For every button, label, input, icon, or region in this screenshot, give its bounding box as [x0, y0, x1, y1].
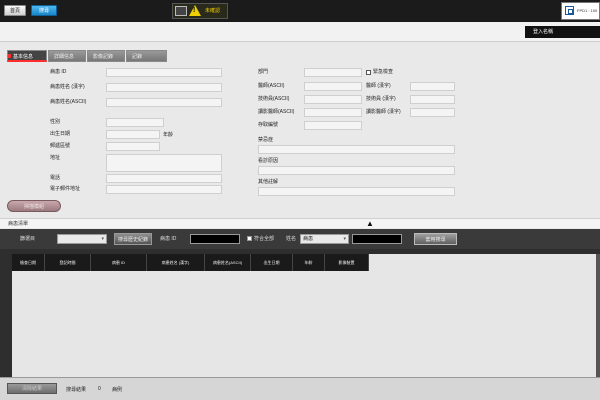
- patient-info-panel: 基本信息 詳細信息 影像記錄 記錄 病患 ID 病患姓名 (漢字) 病患姓名(A…: [0, 42, 600, 218]
- birthdate-field[interactable]: [106, 130, 160, 139]
- detector-status[interactable]: FPD1 : 100: [561, 2, 600, 20]
- technician-ascii-field[interactable]: [304, 95, 362, 104]
- status-bar: 清除結果 搜尋結果 0 病例: [0, 377, 600, 400]
- reading-kanji-field[interactable]: [410, 108, 455, 117]
- collapse-arrow-icon[interactable]: ▲: [366, 219, 374, 229]
- patient-list-header: 病患清單 ▲: [0, 218, 600, 228]
- phone-field[interactable]: [106, 174, 222, 183]
- notes-field[interactable]: [258, 187, 455, 196]
- visit-reason-label: 看診原因: [258, 158, 279, 164]
- postal-code-field[interactable]: [106, 142, 160, 151]
- storage-no-label: 存取編號: [258, 122, 279, 128]
- column-header[interactable]: 病患姓名(ASCII): [205, 254, 251, 271]
- technician-kanji-field[interactable]: [410, 95, 455, 104]
- contraindication-label: 禁忌症: [258, 137, 274, 143]
- name-search-label: 姓名: [286, 236, 297, 242]
- sex-field[interactable]: [106, 118, 164, 127]
- storage-no-field[interactable]: [304, 121, 362, 130]
- column-header[interactable]: 病患姓名 (漢字): [147, 254, 205, 271]
- name-type-select[interactable]: 病患 ▾: [300, 234, 349, 244]
- tab-basic-info[interactable]: 基本信息: [7, 50, 47, 62]
- warning-icon: !: [189, 5, 201, 16]
- column-header[interactable]: 檢查日期: [12, 254, 45, 271]
- results-table-body[interactable]: [12, 254, 600, 377]
- search-results-unit: 病例: [112, 387, 123, 393]
- match-all-label: 符合全部: [254, 236, 275, 242]
- chevron-down-icon: ▾: [101, 236, 104, 242]
- name-kanji-field[interactable]: [106, 83, 222, 92]
- filter-select[interactable]: ▾: [57, 234, 107, 244]
- notes-label: 其他註解: [258, 179, 279, 185]
- search-results-label: 搜尋結果: [66, 387, 87, 393]
- scan-module-button[interactable]: 掃描模組: [7, 200, 61, 212]
- monitor-icon[interactable]: [175, 6, 187, 16]
- apply-search-button[interactable]: 套用搜尋: [414, 233, 457, 245]
- department-label: 部門: [258, 69, 269, 75]
- name-kanji-label: 病患姓名 (漢字): [50, 84, 85, 90]
- reading-kanji-label: 讀影醫師 (漢字): [366, 109, 401, 115]
- tab-detail-info[interactable]: 詳細信息: [48, 50, 86, 62]
- patient-id-label: 病患 ID: [50, 69, 67, 75]
- patient-id-field[interactable]: [106, 68, 222, 77]
- tab-image-history[interactable]: 影像記錄: [87, 50, 125, 62]
- physician-ascii-field[interactable]: [304, 82, 362, 91]
- column-header[interactable]: 年齡: [293, 254, 325, 271]
- results-panel: 檢查日期 登記時間 病患 ID 病患姓名 (漢字) 病患姓名(ASCII) 出生…: [0, 249, 600, 377]
- detector-label: FPD1 : 100: [577, 8, 598, 13]
- header-strip: 登入名稱: [0, 22, 600, 42]
- physician-kanji-field[interactable]: [410, 82, 455, 91]
- patient-id-search-label: 病患 ID: [160, 236, 177, 242]
- top-toolbar: 首頁 搜尋 ! 未確認 FPD1 : 100: [0, 0, 600, 22]
- age-label: 年齡: [163, 132, 174, 138]
- unconfirmed-label: 未確認: [205, 8, 221, 14]
- home-button[interactable]: 首頁: [4, 5, 26, 16]
- patient-id-search-input[interactable]: [190, 234, 240, 244]
- results-scrollbar[interactable]: [596, 254, 600, 377]
- column-header[interactable]: 影像裝置: [325, 254, 369, 271]
- technician-ascii-label: 技術員(ASCII): [258, 96, 290, 102]
- birthdate-label: 出生日期: [50, 131, 71, 137]
- department-field[interactable]: [304, 68, 362, 77]
- column-header[interactable]: 登記時間: [45, 254, 91, 271]
- physician-kanji-label: 醫師 (漢字): [366, 83, 391, 89]
- match-all-checkbox[interactable]: [247, 236, 252, 241]
- reading-ascii-label: 讀影醫師(ASCII): [258, 109, 295, 115]
- search-button[interactable]: 搜尋: [31, 5, 57, 16]
- name-search-input[interactable]: [352, 234, 402, 244]
- results-table-header: 檢查日期 登記時間 病患 ID 病患姓名 (漢字) 病患姓名(ASCII) 出生…: [12, 254, 369, 271]
- tab-records[interactable]: 記錄: [126, 50, 167, 62]
- emergency-label: 緊急檢查: [373, 69, 394, 75]
- login-name[interactable]: 登入名稱: [525, 26, 600, 38]
- clear-results-button[interactable]: 清除結果: [7, 383, 57, 394]
- search-history-button[interactable]: 搜尋歷史紀錄: [114, 233, 152, 245]
- contraindication-field[interactable]: [258, 145, 455, 154]
- email-label: 電子郵件地址: [50, 186, 81, 192]
- reading-ascii-field[interactable]: [304, 108, 362, 117]
- search-toolbar: 篩選目 ▾ 搜尋歷史紀錄 病患 ID 符合全部 姓名 病患 ▾ 套用搜尋: [0, 229, 600, 249]
- name-ascii-label: 病患姓名(ASCII): [50, 99, 87, 105]
- visit-reason-field[interactable]: [258, 166, 455, 175]
- column-header[interactable]: 病患 ID: [91, 254, 147, 271]
- address-field[interactable]: [106, 154, 222, 172]
- chevron-down-icon: ▾: [343, 236, 346, 242]
- name-ascii-field[interactable]: [106, 98, 222, 107]
- status-indicator-group[interactable]: ! 未確認: [172, 3, 228, 19]
- email-field[interactable]: [106, 185, 222, 194]
- filter-label: 篩選目: [20, 236, 36, 242]
- name-type-value: 病患: [303, 236, 314, 242]
- patient-list-title: 病患清單: [8, 221, 29, 227]
- physician-ascii-label: 醫師(ASCII): [258, 83, 285, 89]
- sex-label: 性別: [50, 119, 61, 125]
- address-label: 地址: [50, 155, 61, 161]
- emergency-checkbox[interactable]: [366, 70, 371, 75]
- column-header[interactable]: 出生日期: [251, 254, 293, 271]
- technician-kanji-label: 技術員 (漢字): [366, 96, 396, 102]
- phone-label: 電話: [50, 175, 61, 181]
- postal-code-label: 郵遞區號: [50, 143, 71, 149]
- detector-icon: [565, 6, 574, 15]
- search-results-count: 0: [98, 386, 101, 392]
